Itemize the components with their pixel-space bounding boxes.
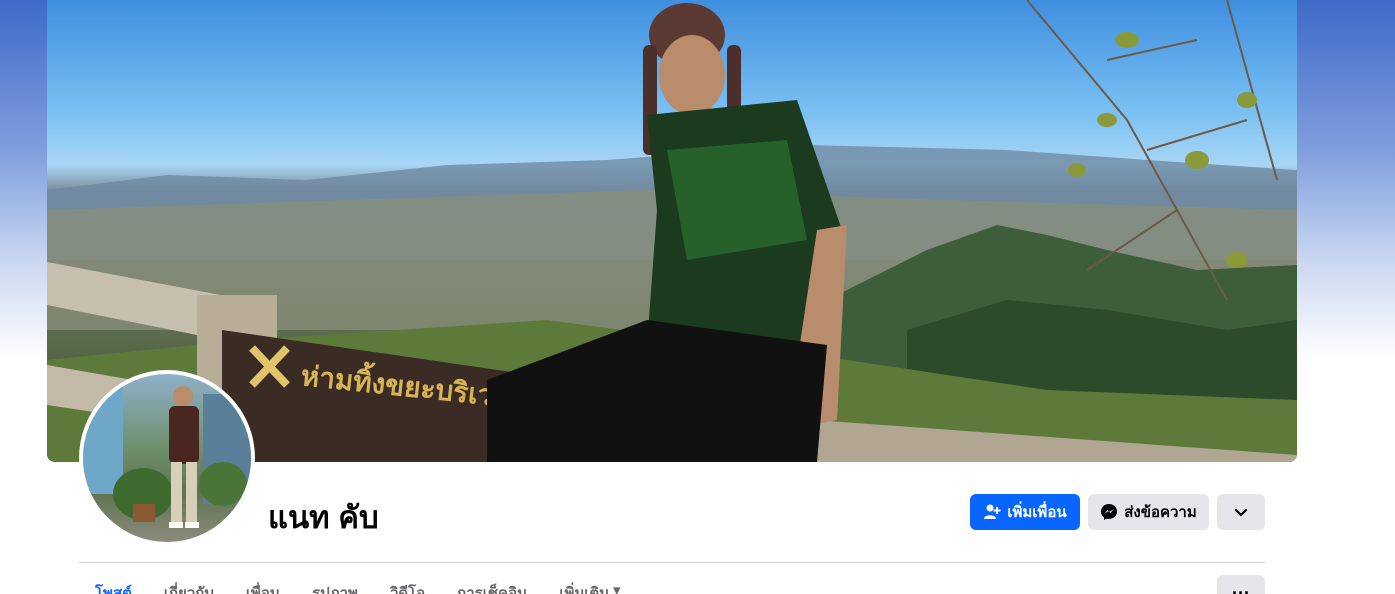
tab-videos[interactable]: วิดีโอ bbox=[374, 581, 441, 594]
chevron-down-icon bbox=[1232, 503, 1250, 521]
tab-more[interactable]: เพิ่มเติม ▾ bbox=[543, 581, 636, 594]
caret-down-icon: ▾ bbox=[613, 582, 621, 594]
profile-tabs: โพสต์ เกี่ยวกับ เพื่อน รูปภาพ วิดีโอ การ… bbox=[79, 581, 637, 594]
avatar bbox=[83, 374, 251, 542]
message-button[interactable]: ส่งข้อความ bbox=[1088, 494, 1209, 530]
tab-label: เพื่อน bbox=[245, 585, 281, 594]
tab-label: วิดีโอ bbox=[389, 585, 426, 594]
person-add-icon bbox=[983, 503, 1001, 521]
tab-posts[interactable]: โพสต์ bbox=[79, 581, 148, 594]
tabs-overflow-button[interactable]: ··· bbox=[1217, 575, 1265, 594]
tab-label: เพิ่มเติม bbox=[559, 585, 610, 594]
avatar-scene bbox=[83, 384, 251, 528]
tab-about[interactable]: เกี่ยวกับ bbox=[148, 581, 230, 594]
tab-label: เกี่ยวกับ bbox=[163, 585, 214, 594]
add-friend-label: เพิ่มเพื่อน bbox=[1007, 504, 1067, 521]
header-divider bbox=[79, 562, 1265, 563]
tab-label: รูปภาพ bbox=[312, 585, 358, 594]
profile-options-button[interactable] bbox=[1217, 494, 1265, 530]
profile-picture[interactable] bbox=[79, 370, 255, 546]
message-label: ส่งข้อความ bbox=[1124, 504, 1197, 521]
messenger-icon bbox=[1100, 503, 1118, 521]
profile-name: แนท คับ bbox=[268, 500, 379, 535]
add-friend-button[interactable]: เพิ่มเพื่อน bbox=[970, 494, 1080, 530]
tab-friends[interactable]: เพื่อน bbox=[230, 581, 296, 594]
tab-checkins[interactable]: การเช็คอิน bbox=[441, 581, 543, 594]
tab-photos[interactable]: รูปภาพ bbox=[296, 581, 374, 594]
tab-label: การเช็คอิน bbox=[457, 585, 528, 594]
tab-label: โพสต์ bbox=[95, 585, 132, 594]
